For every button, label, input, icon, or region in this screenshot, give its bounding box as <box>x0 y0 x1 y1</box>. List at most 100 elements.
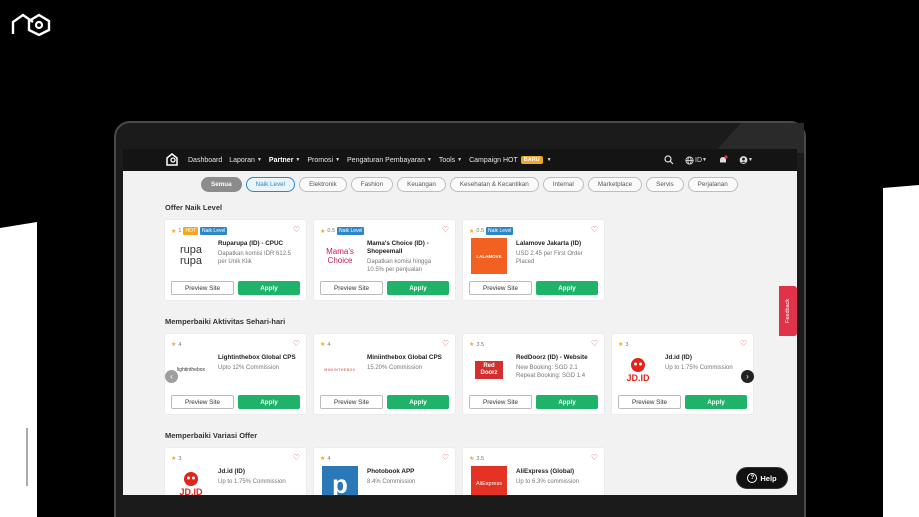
offer-logo: lightinthebox <box>176 367 206 373</box>
help-button[interactable]: ? Help <box>736 467 788 489</box>
offer-name: RedDoorz (ID) - Website <box>516 354 588 361</box>
apply-button[interactable]: Apply <box>536 395 598 409</box>
heart-icon[interactable]: ♡ <box>740 339 747 348</box>
star-icon: ★ <box>469 342 475 348</box>
offer-name: Lalamove Jakarta (ID) <box>516 240 582 247</box>
offer-description: Up to 1.75% Commission <box>218 479 286 485</box>
chevron-down-icon[interactable]: ▼ <box>547 157 552 163</box>
heart-icon[interactable]: ♡ <box>442 453 449 462</box>
nav-tools[interactable]: Tools ▼ <box>439 157 462 164</box>
rating: ★ 4 <box>320 455 331 463</box>
naik-level-badge: Naik Level <box>200 227 228 235</box>
nav-campaign-hot[interactable]: Campaign HOT <box>469 157 518 164</box>
heart-icon[interactable]: ♡ <box>293 339 300 348</box>
nav-promosi[interactable]: Promosi ▼ <box>307 157 340 164</box>
offer-description: Upto 12% Commission <box>218 365 280 371</box>
rating: ★ 3.5 <box>469 455 485 463</box>
offer-name: Lightinthebox Global CPS <box>218 354 296 361</box>
rating: ★ 0.5 Naik Level <box>320 227 365 235</box>
nav-pengaturan-pembayaran[interactable]: Pengaturan Pembayaran ▼ <box>347 157 432 164</box>
offer-name: Photobook APP <box>367 468 415 475</box>
apply-button[interactable]: Apply <box>387 395 449 409</box>
preview-site-button[interactable]: Preview Site <box>171 281 234 295</box>
offer-card: ★ 4 ♡ MINIINTHEBOX Miniinthebox Global CP… <box>314 334 455 414</box>
offer-card: ★ 3 ♡ JD.ID Jd.id (ID) Up to 1.75% Commis… <box>165 448 306 495</box>
nav-dashboard[interactable]: Dashboard <box>188 157 222 164</box>
star-icon: ★ <box>618 342 624 348</box>
apply-button[interactable]: Apply <box>238 395 300 409</box>
offer-card: ★ 3 ♡ JD.ID Jd.id (ID) Up to 1.75% Commis… <box>612 334 753 414</box>
preview-site-button[interactable]: Preview Site <box>171 395 234 409</box>
bell-icon[interactable] <box>716 153 730 167</box>
heart-icon[interactable]: ♡ <box>442 225 449 234</box>
offer-description: Up to 6.3% commission <box>516 479 580 485</box>
heart-icon[interactable]: ♡ <box>293 225 300 234</box>
nav-partner[interactable]: Partner ▼ <box>269 157 300 164</box>
offer-card: ★ 1 HOT Naik Level ♡ rupa rupa Ruparupa (ID… <box>165 220 306 300</box>
offer-name: Mama's Choice (ID) - Shopeemall <box>367 240 429 255</box>
chip-semua[interactable]: Semua <box>201 177 242 192</box>
chip-fashion[interactable]: Fashion <box>350 177 394 192</box>
preview-site-button[interactable]: Preview Site <box>320 395 383 409</box>
chip-elektronik[interactable]: Elektronik <box>299 177 347 192</box>
offer-card: ★ 4 ♡ p Photobook APP 8.4% Commission <box>314 448 455 495</box>
app-logo-icon[interactable] <box>164 152 180 168</box>
offer-name: Miniinthebox Global CPS <box>367 354 442 361</box>
preview-site-button[interactable]: Preview Site <box>618 395 681 409</box>
chip-perjalanan[interactable]: Perjalanan <box>687 177 738 192</box>
heart-icon[interactable]: ♡ <box>591 225 598 234</box>
nav-laporan[interactable]: Laporan ▼ <box>229 157 262 164</box>
help-label: Help <box>760 473 777 483</box>
offer-logo: p <box>322 466 358 495</box>
heart-icon[interactable]: ♡ <box>591 453 598 462</box>
section-title: Memperbaiki Aktivitas Sehari-hari <box>165 317 286 326</box>
section-title: Offer Naik Level <box>165 203 223 212</box>
offer-logo: JD.ID <box>173 466 209 495</box>
offer-logo: LALAMOVE <box>471 238 507 274</box>
carousel-next-arrow-icon[interactable]: › <box>741 370 754 383</box>
apply-button[interactable]: Apply <box>536 281 598 295</box>
offer-name: Ruparupa (ID) - CPUC <box>218 240 284 247</box>
offer-card: ★ 3.5 ♡ Red Doorz RedDoorz (ID) - Website… <box>463 334 604 414</box>
star-icon: ★ <box>171 342 177 348</box>
offer-description: 15.20% Commission <box>367 365 423 371</box>
offer-description: Up to 1.75% Commission <box>665 365 733 371</box>
category-filter: Semua Naik Level Elektronik Fashion Keua… <box>201 177 738 192</box>
chip-keuangan[interactable]: Keuangan <box>397 177 446 192</box>
offer-name: Jd.id (ID) <box>218 468 245 475</box>
apply-button[interactable]: Apply <box>685 395 747 409</box>
chip-servis[interactable]: Servis <box>646 177 684 192</box>
apply-button[interactable]: Apply <box>387 281 449 295</box>
apply-button[interactable]: Apply <box>238 281 300 295</box>
heart-icon[interactable]: ♡ <box>293 453 300 462</box>
section-title: Memperbaiki Variasi Offer <box>165 431 258 440</box>
chip-marketplace[interactable]: Marketplace <box>587 177 643 192</box>
question-icon: ? <box>747 473 758 483</box>
offer-card: ★ 4 ♡ lightinthebox Lightinthebox Global … <box>165 334 306 414</box>
chip-kesehatan-kecantikan[interactable]: Kesehatan & Kecantikan <box>449 177 539 192</box>
offer-name: Jd.id (ID) <box>665 354 692 361</box>
rating: ★ 0.5 Naik Level <box>469 227 514 235</box>
heart-icon[interactable]: ♡ <box>591 339 598 348</box>
feedback-tab[interactable]: Feedback <box>779 286 797 336</box>
offer-logo: rupa rupa <box>179 244 203 267</box>
chip-naik-level[interactable]: Naik Level <box>245 177 296 192</box>
offer-card: ★ 0.5 Naik Level ♡ Mama's Choice Mama's Ch… <box>314 220 455 300</box>
top-navbar: Dashboard Laporan ▼ Partner ▼ Promosi ▼ Pen… <box>123 149 797 171</box>
heart-icon[interactable]: ♡ <box>442 339 449 348</box>
search-icon[interactable] <box>662 153 676 167</box>
rating: ★ 3 <box>171 455 182 463</box>
language-selector[interactable]: ID ▼ <box>685 153 707 167</box>
preview-site-button[interactable]: Preview Site <box>469 395 532 409</box>
chip-internal[interactable]: Internal <box>542 177 584 192</box>
chevron-down-icon: ▼ <box>295 157 301 163</box>
chevron-down-icon: ▼ <box>256 157 262 163</box>
star-icon: ★ <box>469 456 475 462</box>
preview-site-button[interactable]: Preview Site <box>469 281 532 295</box>
chevron-down-icon: ▼ <box>335 157 341 163</box>
offer-description: New Booking: SGD 2.1 Repeat Booking: SGD… <box>516 365 586 379</box>
preview-site-button[interactable]: Preview Site <box>320 281 383 295</box>
star-icon: ★ <box>171 456 177 462</box>
user-account-icon[interactable]: ▼ <box>739 153 753 167</box>
carousel-prev-arrow-icon[interactable]: ‹ <box>165 370 178 383</box>
